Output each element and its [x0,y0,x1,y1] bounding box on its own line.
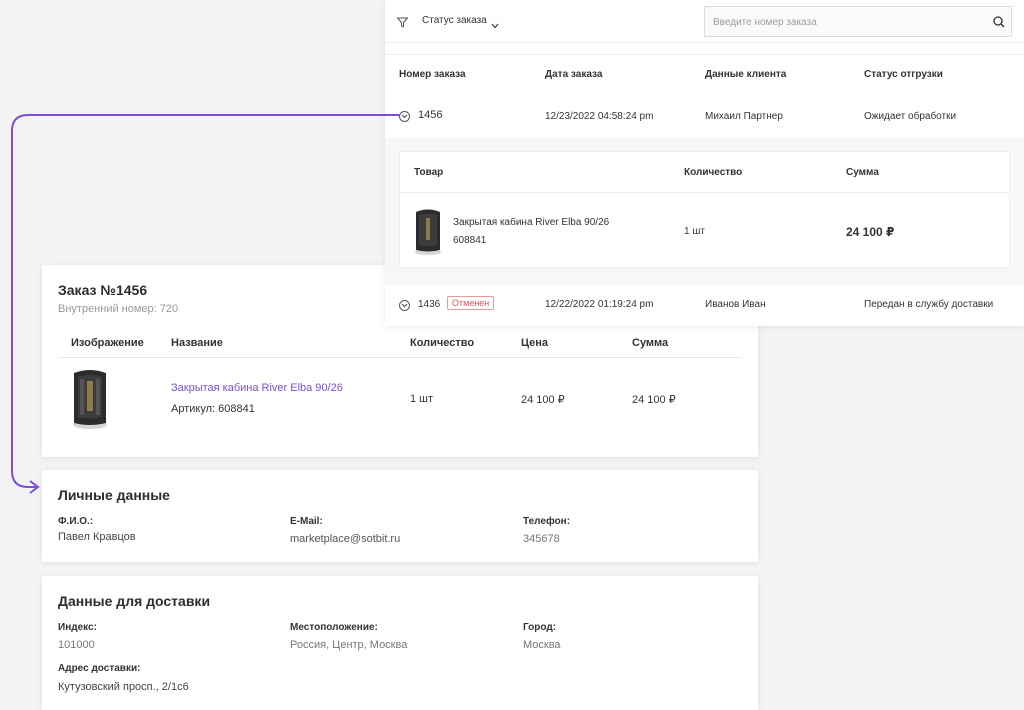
product-thumbnail [414,207,442,260]
address-value: Кутузовский просп., 2/1с6 [58,681,189,693]
email-link[interactable]: marketplace@sotbit.ru [290,533,400,545]
filter-icon[interactable] [396,15,409,33]
address-label: Адрес доставки: [58,663,141,674]
order-number-link[interactable]: 1456 [418,109,442,121]
order-status: Ожидает обработки [864,111,957,122]
col-price: Цена [521,337,549,349]
order-date: 12/22/2022 01:19:24 pm [545,299,654,310]
list-divider [385,54,1024,55]
delivery-title: Данные для доставки [58,593,211,609]
chevron-down-icon[interactable] [491,16,499,34]
location-value: Россия, Центр, Москва [290,639,408,651]
personal-data-card: Личные данные Ф.И.О.: Павел Кравцов E-Ma… [42,470,758,562]
table-divider [58,357,742,358]
order-title: Заказ №1456 [58,282,148,298]
personal-title: Личные данные [58,487,170,503]
internal-number: Внутренний номер: 720 [58,303,179,315]
index-label: Индекс: [58,622,97,633]
col-name: Название [171,337,223,349]
index-value: 101000 [58,639,95,651]
product-name-link[interactable]: Закрытая кабина River Elba 90/26 [171,382,343,394]
subtable-product-article: 608841 [453,235,487,246]
city-label: Город: [523,622,557,633]
phone-label: Телефон: [523,516,571,527]
email-label: E-Mail: [290,516,323,527]
order-number-link[interactable]: 1436 [418,299,440,310]
col-sum: Сумма [632,337,669,349]
search-icon[interactable] [993,15,1005,33]
order-status: Передан в службу доставки [864,299,994,310]
status-filter-dropdown[interactable]: Статус заказа [422,15,487,26]
col-qty: Количество [410,337,475,349]
location-label: Местоположение: [290,622,378,633]
order-date: 12/23/2022 04:58:24 pm [545,111,654,122]
subtable-divider [400,192,1009,193]
order-search-input[interactable] [713,14,983,30]
product-image [72,367,108,434]
fio-value: Павел Кравцов [58,531,136,543]
subtable-sum: 24 100 ₽ [846,225,895,239]
col-order-number: Номер заказа [399,69,466,80]
order-client: Иванов Иван [705,299,766,310]
col-total: Сумма [846,167,879,178]
orders-list-card: Статус заказа Номер заказа Дата заказа Д… [385,0,1024,326]
subtable-product-name: Закрытая кабина River Elba 90/26 [453,217,610,228]
col-shipment-status: Статус отгрузки [864,69,943,80]
city-value: Москва [523,639,561,651]
col-client: Данные клиента [705,69,787,80]
subtable-qty: 1 шт [684,226,705,237]
product-article: Артикул: 608841 [171,403,255,415]
col-product: Товар [414,167,444,178]
fio-label: Ф.И.О.: [58,516,94,527]
phone-value: 345678 [523,533,560,545]
product-sum: 24 100 ₽ [632,394,676,406]
orders-toolbar: Статус заказа [385,0,1024,43]
delivery-data-card: Данные для доставки Индекс: 101000 Место… [42,576,758,710]
order-items-subtable: Товар Количество Сумма Закрытая кабина R… [399,151,1010,268]
cancelled-badge: Отменен [447,296,495,310]
col-image: Изображение [71,337,144,349]
order-client: Михаил Партнер [705,111,783,122]
expand-row-icon[interactable] [399,111,410,122]
product-price: 24 100 ₽ [521,394,565,406]
expand-row-icon[interactable] [399,300,410,311]
col-quantity: Количество [684,167,743,178]
product-qty: 1 шт [410,393,434,405]
order-search-box[interactable] [704,6,1012,37]
col-order-date: Дата заказа [545,69,603,80]
